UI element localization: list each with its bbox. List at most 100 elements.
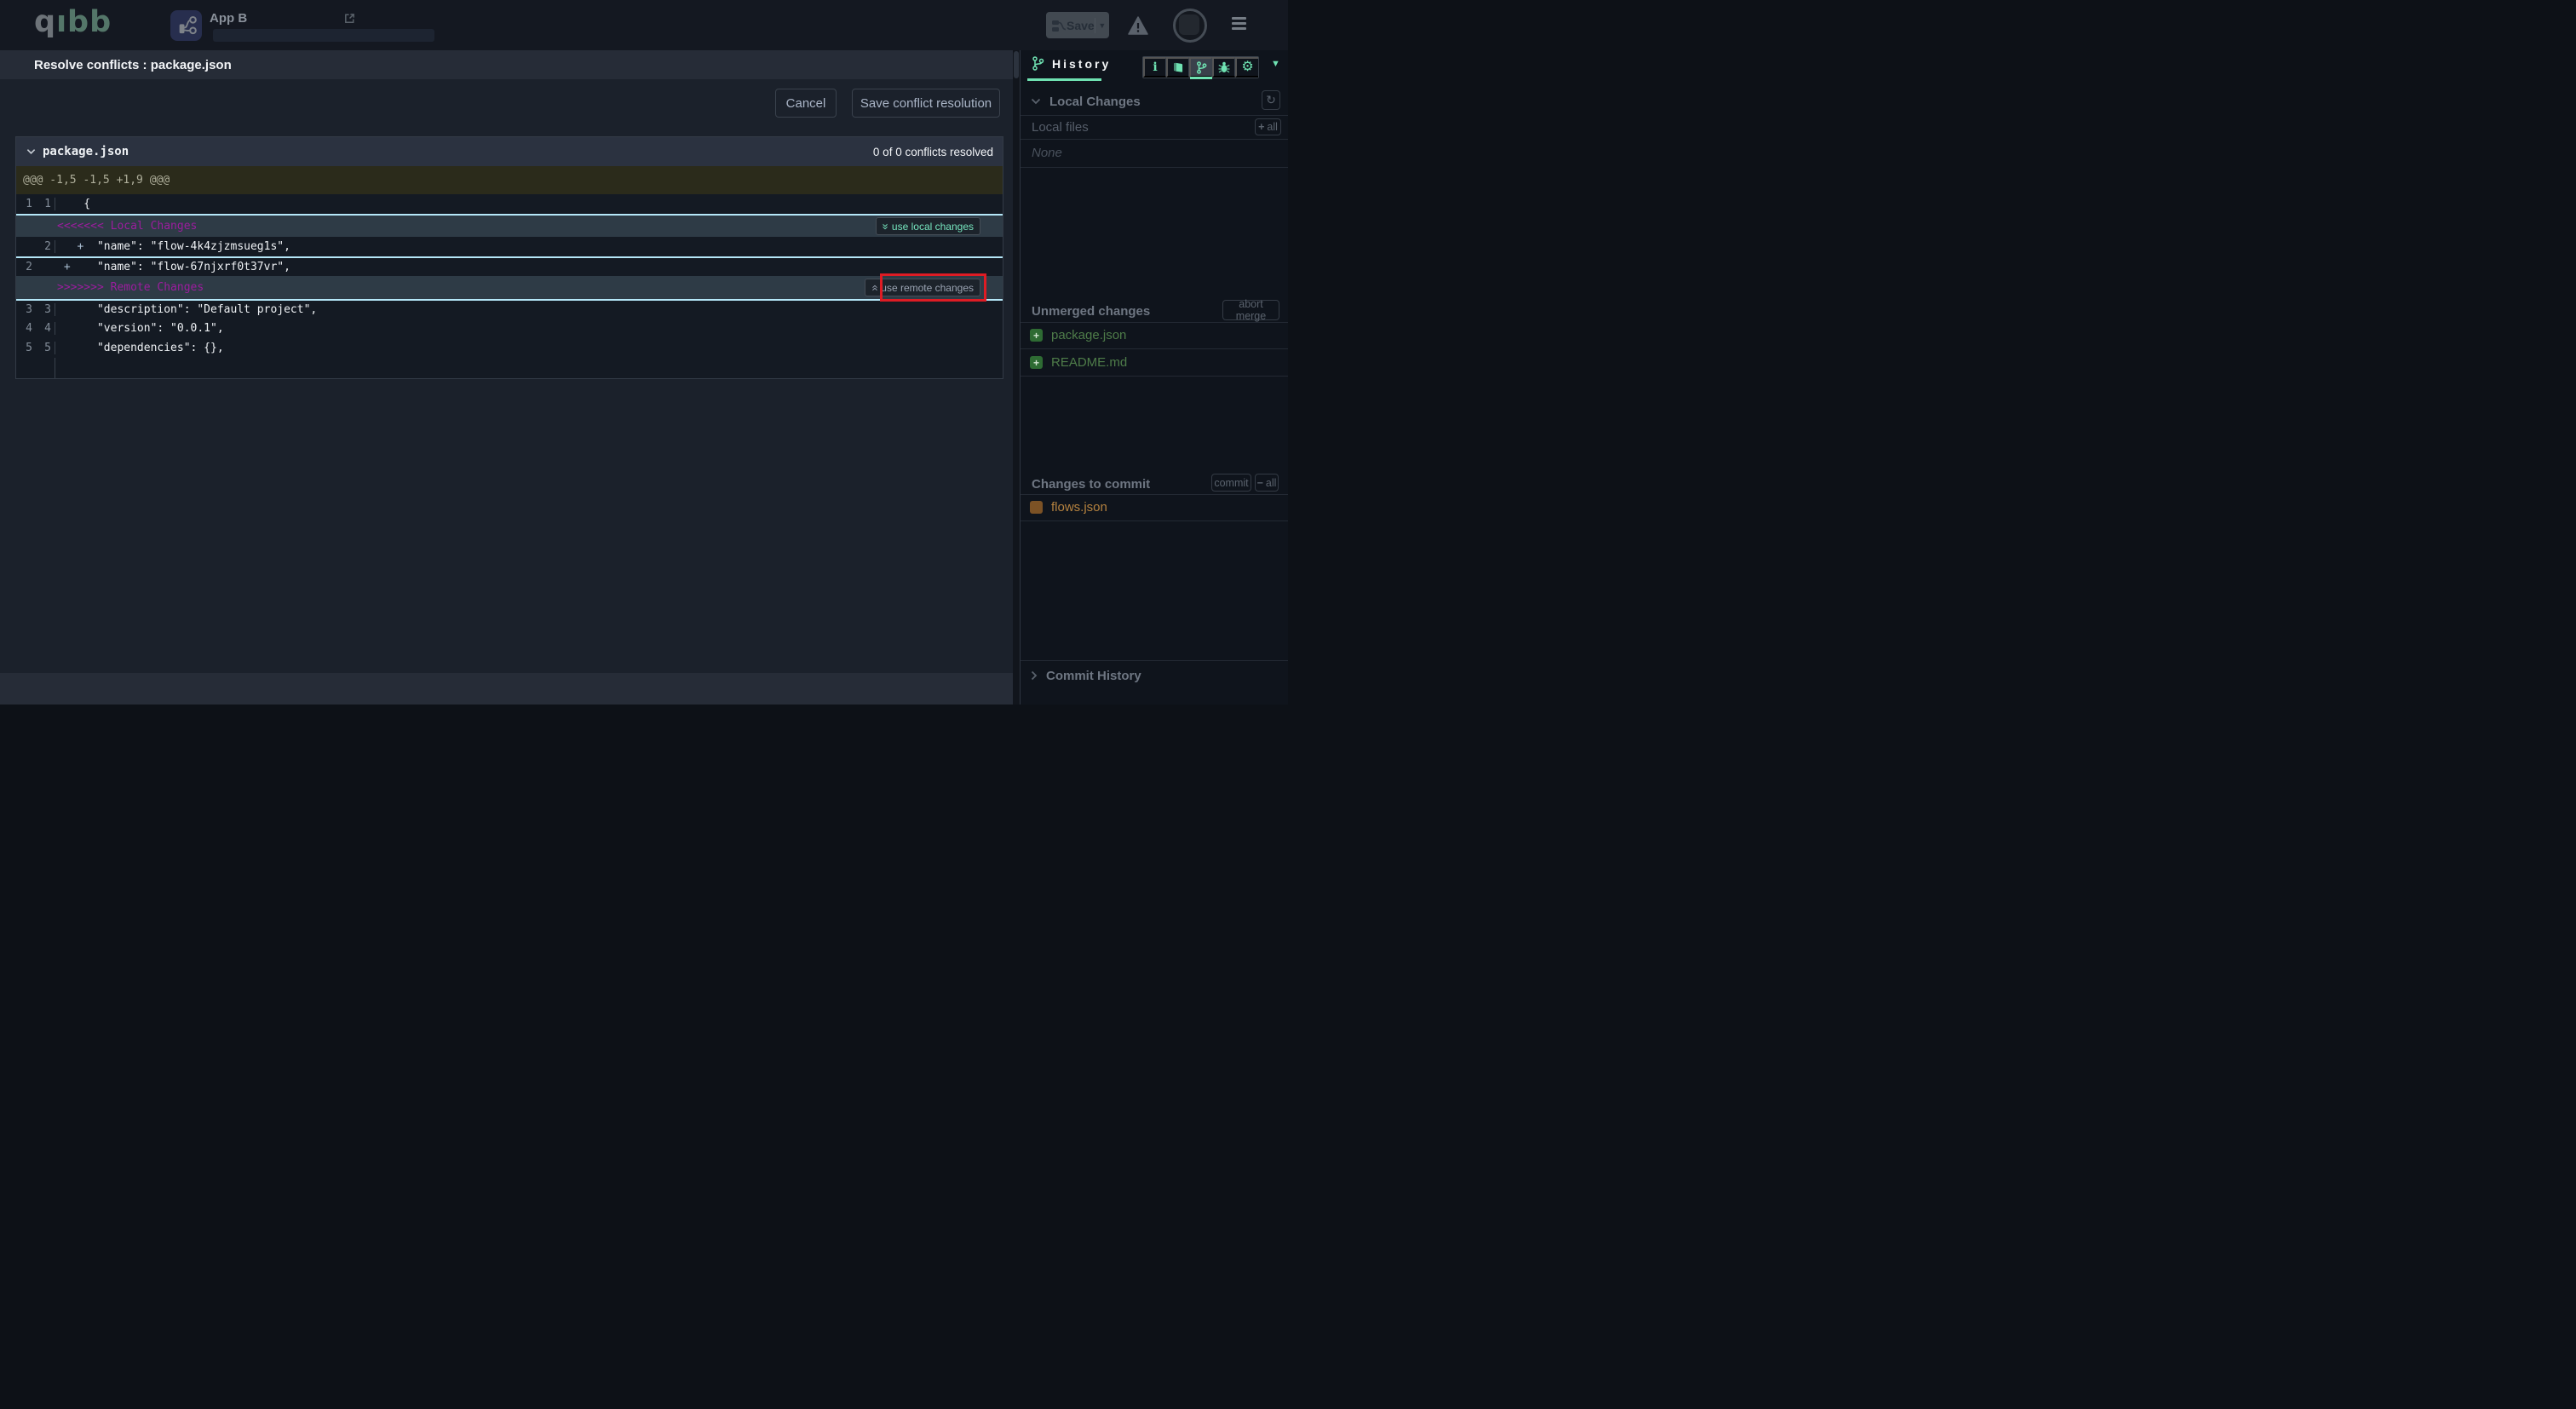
bug-icon xyxy=(1218,61,1230,73)
sidebar-tab-group: i xyxy=(1142,56,1259,78)
diff-rows: 11 { <<<<<<< Local Changes »use local chan… xyxy=(16,194,1003,358)
file-name: package.json xyxy=(1051,328,1126,342)
history-sidebar: History i xyxy=(1020,50,1288,704)
app-root: qıbb App B xyxy=(0,0,1288,704)
sidebar-title: History xyxy=(1052,57,1111,71)
sidebar-title-wrap: History xyxy=(1032,56,1111,71)
double-chevron-icon: » xyxy=(871,285,879,290)
app-flow-icon[interactable] xyxy=(170,10,202,41)
save-label: Save xyxy=(1067,19,1095,32)
diff-row: 2 + "name": "flow-4k4zjzmsueg1s", xyxy=(16,237,1003,256)
added-file-icon: + xyxy=(1030,329,1043,342)
diff-empty-area xyxy=(16,358,1003,378)
commit-history-header[interactable]: Commit History xyxy=(1021,664,1288,687)
main-scrollbar-track[interactable] xyxy=(1013,50,1020,704)
git-branch-icon xyxy=(1196,61,1207,74)
modal-footer-strip xyxy=(0,673,1013,704)
chevron-down-icon xyxy=(1031,98,1041,105)
main-scrollbar-thumb[interactable] xyxy=(1014,51,1019,78)
qibb-logo: qıbb xyxy=(34,5,112,39)
save-conflict-resolution-button[interactable]: Save conflict resolution xyxy=(852,89,1000,118)
collapse-chevron-icon[interactable] xyxy=(26,148,36,155)
diff-panel: package.json 0 of 0 conflicts resolved @… xyxy=(15,136,1003,379)
added-file-icon: + xyxy=(1030,356,1043,369)
git-branch-icon xyxy=(1032,56,1044,71)
unmerged-changes-header: Unmerged changes abort merge xyxy=(1021,300,1288,322)
top-header: qıbb App B xyxy=(0,0,1288,50)
active-tab-underline xyxy=(1027,78,1101,81)
merge-editor-main: Resolve conflicts : package.json Cancel … xyxy=(0,50,1013,704)
save-button[interactable]: Save ▼ xyxy=(1046,12,1109,38)
plus-icon: + xyxy=(1258,121,1264,133)
local-files-empty: None xyxy=(1032,146,1062,160)
chevron-right-icon xyxy=(1031,670,1038,681)
commit-history-title: Commit History xyxy=(1046,669,1141,683)
refresh-button[interactable]: ↻ xyxy=(1262,90,1280,110)
tab-debug-button[interactable] xyxy=(1212,57,1235,78)
double-chevron-icon: » xyxy=(881,223,889,229)
abort-merge-button[interactable]: abort merge xyxy=(1222,300,1279,320)
diff-code-text: "description": "Default project", xyxy=(55,303,317,316)
page-title: Resolve conflicts : package.json xyxy=(34,58,232,72)
commit-file-list: flows.json xyxy=(1021,494,1288,521)
local-files-label: Local files xyxy=(1032,120,1089,135)
diff-row: <<<<<<< Local Changes »use local changes xyxy=(16,214,1003,237)
sidebar-tab-header: History i xyxy=(1021,50,1288,83)
diff-row: 55 "dependencies": {}, xyxy=(16,338,1003,358)
diff-code-text: + "name": "flow-4k4zjzmsueg1s", xyxy=(55,240,290,253)
file-name: flows.json xyxy=(1051,500,1107,515)
tab-help-button[interactable] xyxy=(1166,57,1189,78)
use-local-changes-button[interactable]: »use local changes xyxy=(876,217,980,235)
diff-row: 11 { xyxy=(16,194,1003,214)
changes-to-commit-header: Changes to commit commit −all xyxy=(1021,474,1288,494)
hunk-header: @@@ -1,5 -1,5 +1,9 @@@ xyxy=(16,166,1003,194)
use-remote-changes-button[interactable]: »use remote changes xyxy=(865,279,980,296)
modified-file-icon xyxy=(1030,501,1043,514)
diff-code-text: "version": "0.0.1", xyxy=(55,322,224,335)
deploy-nodes-icon xyxy=(1051,19,1067,32)
commit-button[interactable]: commit xyxy=(1211,474,1251,492)
diff-row: 2 + "name": "flow-67njxrf0t37vr", xyxy=(16,256,1003,276)
diff-code-text: + "name": "flow-67njxrf0t37vr", xyxy=(55,261,290,273)
changes-to-commit-title: Changes to commit xyxy=(1032,477,1150,492)
unstage-all-button[interactable]: −all xyxy=(1255,474,1279,492)
tab-settings-button[interactable]: ⚙ xyxy=(1235,57,1258,78)
tab-history-button[interactable] xyxy=(1189,57,1212,78)
file-row[interactable]: flows.json xyxy=(1021,494,1288,521)
stage-all-button[interactable]: +all xyxy=(1255,118,1281,135)
tab-info-button[interactable]: i xyxy=(1143,57,1166,78)
gear-icon: ⚙ xyxy=(1241,60,1253,74)
cancel-button[interactable]: Cancel xyxy=(775,89,837,118)
conflicts-resolved-status: 0 of 0 conflicts resolved xyxy=(873,146,993,158)
save-dropdown-caret[interactable]: ▼ xyxy=(1095,18,1109,33)
tab-overflow-caret[interactable]: ▼ xyxy=(1266,58,1285,70)
refresh-icon: ↻ xyxy=(1266,93,1276,107)
minus-icon: − xyxy=(1257,477,1263,489)
local-changes-header[interactable]: Local Changes ↻ xyxy=(1021,88,1288,115)
diff-file-header[interactable]: package.json 0 of 0 conflicts resolved xyxy=(16,137,1003,166)
diff-file-name: package.json xyxy=(43,145,129,158)
diff-row: 33 "description": "Default project", xyxy=(16,299,1003,319)
avatar-placeholder xyxy=(1179,14,1199,35)
local-files-row: Local files +all xyxy=(1021,115,1288,139)
diff-code-text: { xyxy=(55,198,90,210)
diff-code-text: <<<<<<< Local Changes xyxy=(55,220,197,233)
file-row[interactable]: + package.json xyxy=(1021,322,1288,349)
user-avatar[interactable] xyxy=(1173,9,1207,43)
diff-row: 44 "version": "0.0.1", xyxy=(16,319,1003,338)
unmerged-changes-title: Unmerged changes xyxy=(1032,304,1150,319)
resolve-conflicts-header: Resolve conflicts : package.json xyxy=(0,50,1013,79)
diff-code-text: "dependencies": {}, xyxy=(55,342,224,354)
diff-code-text: >>>>>>> Remote Changes xyxy=(55,281,204,294)
app-subtitle-redacted xyxy=(213,29,434,42)
local-changes-title: Local Changes xyxy=(1049,95,1141,109)
file-name: README.md xyxy=(1051,355,1127,370)
external-link-icon[interactable] xyxy=(343,12,356,25)
diff-row: >>>>>>> Remote Changes »use remote change… xyxy=(16,276,1003,299)
app-title: App B xyxy=(210,11,247,26)
main-menu-icon[interactable] xyxy=(1232,17,1246,32)
warning-icon[interactable] xyxy=(1128,16,1148,35)
file-row[interactable]: + README.md xyxy=(1021,349,1288,377)
info-icon: i xyxy=(1153,60,1157,74)
book-icon xyxy=(1172,62,1184,73)
